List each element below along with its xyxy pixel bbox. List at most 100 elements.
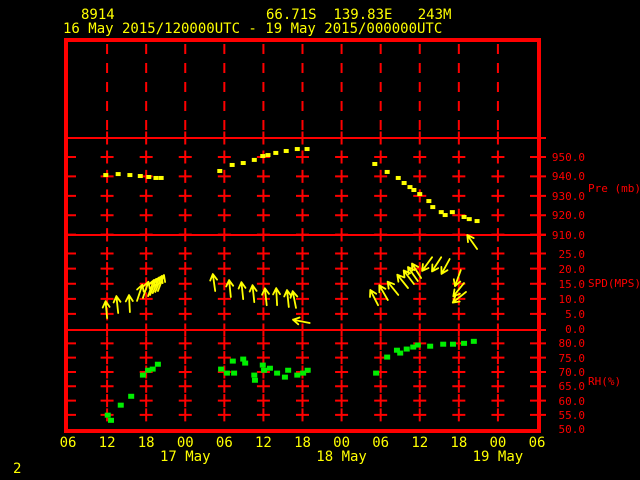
y-tick-label-relative-humidity: 70.0 bbox=[558, 365, 586, 379]
humidity-data-point bbox=[266, 365, 273, 371]
pressure-data-point bbox=[137, 174, 143, 179]
wind-arrow bbox=[272, 287, 281, 307]
humidity-data-point bbox=[259, 362, 266, 368]
y-tick-label-relative-humidity: 50.0 bbox=[558, 423, 586, 437]
pressure-data-point bbox=[260, 154, 266, 159]
y-tick-label-pressure: 940.0 bbox=[551, 170, 585, 184]
humidity-data-point bbox=[139, 372, 146, 378]
pressure-data-point bbox=[127, 173, 133, 178]
pressure-data-point bbox=[251, 157, 257, 162]
pressure-data-point bbox=[294, 147, 300, 152]
x-hour-label: 06 bbox=[372, 435, 390, 451]
humidity-data-point bbox=[154, 361, 161, 367]
pressure-data-point bbox=[240, 161, 246, 166]
wind-arrow bbox=[124, 294, 134, 313]
y-tick-label-pressure: 910.0 bbox=[551, 228, 585, 242]
humidity-data-point bbox=[229, 358, 236, 364]
y-tick-label-pressure: 950.0 bbox=[551, 151, 585, 164]
y-tick-label-wind-speed: 25.0 bbox=[558, 247, 586, 261]
wind-arrow bbox=[466, 234, 478, 250]
pressure-data-point bbox=[461, 214, 467, 219]
x-hour-label: 12 bbox=[411, 435, 429, 451]
pressure-data-point bbox=[474, 219, 480, 224]
x-date-label: 19 May bbox=[472, 449, 524, 465]
pressure-data-point bbox=[283, 148, 289, 153]
humidity-data-point bbox=[397, 350, 404, 356]
humidity-data-point bbox=[427, 343, 434, 349]
humidity-data-point bbox=[104, 412, 111, 418]
y-tick-label-wind-speed: 0.0 bbox=[565, 323, 585, 336]
humidity-data-point bbox=[414, 342, 421, 348]
x-hour-label: 18 bbox=[450, 435, 468, 451]
y-tick-label-pressure: 930.0 bbox=[551, 189, 585, 203]
wind-arrow bbox=[292, 316, 311, 326]
humidity-data-point bbox=[251, 377, 258, 383]
wind-arrow bbox=[431, 256, 443, 273]
humidity-data-point bbox=[274, 370, 281, 376]
x-hour-label: 06 bbox=[59, 435, 77, 451]
humidity-data-point bbox=[231, 370, 238, 376]
pressure-data-point bbox=[372, 161, 378, 166]
pressure-data-point bbox=[158, 175, 164, 180]
meteogram-plot-canvas bbox=[64, 38, 546, 433]
x-hour-label: 12 bbox=[254, 435, 272, 451]
pressure-data-point bbox=[417, 192, 423, 197]
pressure-data-point bbox=[265, 153, 271, 158]
pressure-data-point bbox=[146, 174, 152, 179]
pressure-data-point bbox=[115, 172, 121, 177]
humidity-data-point bbox=[373, 370, 380, 376]
x-date-label: 17 May bbox=[159, 449, 211, 465]
wind-arrow bbox=[369, 289, 379, 307]
y-unit-label-pressure: Pre (mb) bbox=[588, 182, 640, 195]
wind-arrow bbox=[248, 284, 258, 303]
wind-arrow bbox=[396, 273, 409, 289]
y-unit-label-relative-humidity: RH(%) bbox=[588, 375, 622, 388]
x-hour-label: 06 bbox=[528, 435, 546, 451]
x-hour-label: 18 bbox=[294, 435, 311, 451]
pressure-data-point bbox=[217, 168, 223, 173]
humidity-data-point bbox=[285, 367, 292, 373]
wind-arrow bbox=[209, 273, 218, 292]
humidity-data-point bbox=[128, 393, 135, 399]
pressure-data-point bbox=[466, 217, 472, 222]
wind-arrow bbox=[386, 280, 400, 296]
humidity-data-point bbox=[218, 366, 225, 372]
humidity-data-point bbox=[107, 417, 114, 423]
y-tick-label-pressure: 920.0 bbox=[551, 209, 585, 223]
pressure-data-point bbox=[153, 175, 159, 180]
pressure-data-point bbox=[384, 169, 390, 174]
page-number: 2 bbox=[13, 461, 22, 477]
y-tick-label-relative-humidity: 80.0 bbox=[558, 337, 586, 351]
y-tick-label-relative-humidity: 65.0 bbox=[558, 380, 586, 394]
y-tick-label-wind-speed: 15.0 bbox=[558, 277, 586, 291]
humidity-data-point bbox=[449, 341, 456, 347]
humidity-data-point bbox=[470, 338, 477, 344]
y-tick-label-relative-humidity: 55.0 bbox=[558, 408, 586, 422]
humidity-data-point bbox=[223, 370, 230, 376]
pressure-data-point bbox=[103, 173, 109, 178]
wind-arrow bbox=[237, 281, 247, 300]
humidity-data-point bbox=[294, 372, 301, 378]
y-unit-label-wind-speed: SPD(MPS) bbox=[588, 277, 640, 290]
humidity-data-point bbox=[261, 367, 268, 373]
x-date-label: 18 May bbox=[316, 449, 367, 465]
pressure-data-point bbox=[304, 147, 310, 152]
pressure-data-point bbox=[411, 187, 417, 192]
humidity-data-point bbox=[403, 346, 410, 352]
humidity-data-point bbox=[281, 374, 288, 380]
pressure-data-point bbox=[426, 199, 432, 204]
y-tick-label-wind-speed: 10.0 bbox=[558, 292, 586, 306]
pressure-data-point bbox=[401, 181, 407, 186]
wind-arrow bbox=[101, 300, 111, 319]
y-tick-label-wind-speed: 20.0 bbox=[558, 262, 586, 276]
humidity-data-point bbox=[117, 402, 124, 408]
x-hour-label: 06 bbox=[215, 435, 233, 451]
pressure-data-point bbox=[430, 205, 436, 210]
humidity-data-point bbox=[384, 354, 391, 360]
x-hour-label: 12 bbox=[98, 435, 116, 451]
pressure-data-point bbox=[442, 213, 448, 218]
x-hour-label: 18 bbox=[137, 435, 155, 451]
humidity-data-point bbox=[304, 367, 311, 373]
wind-arrow bbox=[225, 279, 235, 298]
humidity-data-point bbox=[242, 360, 249, 366]
